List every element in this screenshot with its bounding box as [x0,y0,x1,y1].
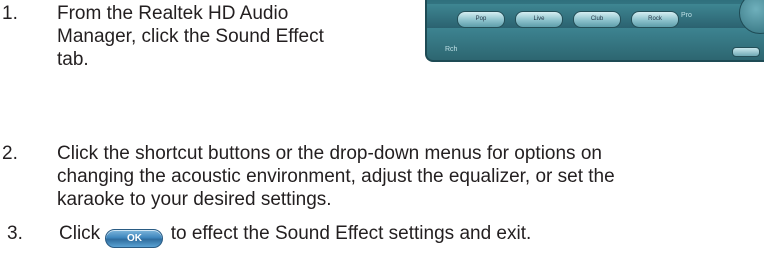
step-text: Click the shortcut buttons or the drop-d… [57,142,762,211]
mini-button [732,47,760,57]
step-text-line: From the Realtek HD Audio [57,3,289,24]
corner-label: Rch [445,46,458,53]
step-number: 3. [7,223,23,244]
preset-button: Rock [631,11,679,28]
volume-knob [739,0,764,34]
step-text: Click OK to effect the Sound Effect sett… [59,222,759,248]
step-text-after: to effect the Sound Effect settings and … [170,223,532,244]
step-number: 2. [2,143,18,164]
equalizer-button-bar: Pop Live Club Rock Pro [427,4,764,28]
preset-button: Live [515,11,563,28]
step-text-line: karaoke to your desired settings. [57,189,332,210]
preset-button: Pop [457,11,505,28]
step-text-before: Click [59,223,101,244]
step-text-line: Manager, click the Sound Effect [57,26,324,47]
step-text-line: tab. [57,49,89,70]
realtek-manager-screenshot: Pop Live Club Rock Pro Rch [425,0,764,62]
step-text: From the Realtek HD Audio Manager, click… [57,2,357,71]
step-text-line: Click the shortcut buttons or the drop-d… [57,143,602,164]
step-text-line: changing the acoustic environment, adjus… [57,166,615,187]
step-number: 1. [2,3,18,24]
preset-side-label: Pro [681,12,692,19]
preset-button: Club [573,11,621,28]
ok-button[interactable]: OK [105,229,164,248]
